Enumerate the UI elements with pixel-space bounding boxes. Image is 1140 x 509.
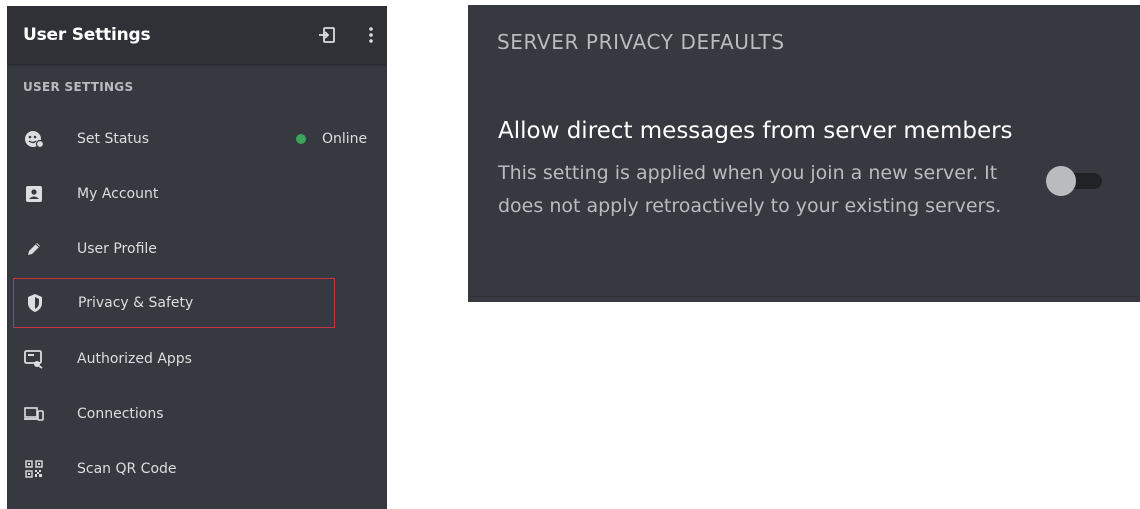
sidebar-item-label: My Account xyxy=(77,186,159,202)
sidebar-item-label: Connections xyxy=(77,406,164,422)
more-vertical-icon xyxy=(369,27,373,43)
shield-icon xyxy=(24,292,46,314)
status-text: Online xyxy=(322,131,368,147)
user-settings-panel: User Settings USER SETTINGS Set Status O… xyxy=(7,6,387,509)
sidebar-item-authorized-apps[interactable]: Authorized Apps xyxy=(13,334,335,384)
sidebar-item-user-profile[interactable]: User Profile xyxy=(13,224,335,274)
header-title: User Settings xyxy=(23,25,151,45)
setting-description: This setting is applied when you join a … xyxy=(498,162,1002,217)
section-title: SERVER PRIVACY DEFAULTS xyxy=(497,30,785,54)
sidebar-item-my-account[interactable]: My Account xyxy=(13,169,335,219)
sidebar-item-label: Privacy & Safety xyxy=(78,295,194,311)
logout-icon xyxy=(319,27,335,43)
sidebar-item-connections[interactable]: Connections xyxy=(13,389,335,439)
qr-code-icon xyxy=(23,458,45,480)
section-label: USER SETTINGS xyxy=(23,80,134,94)
divider xyxy=(468,296,1140,297)
id-card-icon xyxy=(23,183,45,205)
sidebar-item-set-status[interactable]: Set Status xyxy=(13,114,335,164)
sidebar-item-label: Authorized Apps xyxy=(77,351,192,367)
toggle-knob xyxy=(1046,166,1076,196)
sidebar-item-label: User Profile xyxy=(77,241,157,257)
status-indicator: Online xyxy=(296,131,367,147)
logout-button[interactable] xyxy=(314,22,340,48)
devices-icon xyxy=(23,403,45,425)
emoji-status-icon xyxy=(23,128,45,150)
sidebar-item-scan-qr-code[interactable]: Scan QR Code xyxy=(13,444,335,494)
online-status-dot xyxy=(296,134,306,144)
pencil-icon xyxy=(23,238,45,260)
more-options-button[interactable] xyxy=(358,22,384,48)
sidebar-item-label: Scan QR Code xyxy=(77,461,177,477)
authorized-apps-icon xyxy=(23,348,45,370)
sidebar-item-privacy-safety[interactable]: Privacy & Safety xyxy=(13,278,335,328)
settings-header: User Settings xyxy=(7,6,387,64)
sidebar-item-label: Set Status xyxy=(77,131,150,147)
privacy-settings-panel: SERVER PRIVACY DEFAULTS Allow direct mes… xyxy=(468,5,1140,302)
allow-dm-toggle[interactable] xyxy=(1046,166,1102,196)
setting-title: Allow direct messages from server member… xyxy=(498,118,1013,144)
